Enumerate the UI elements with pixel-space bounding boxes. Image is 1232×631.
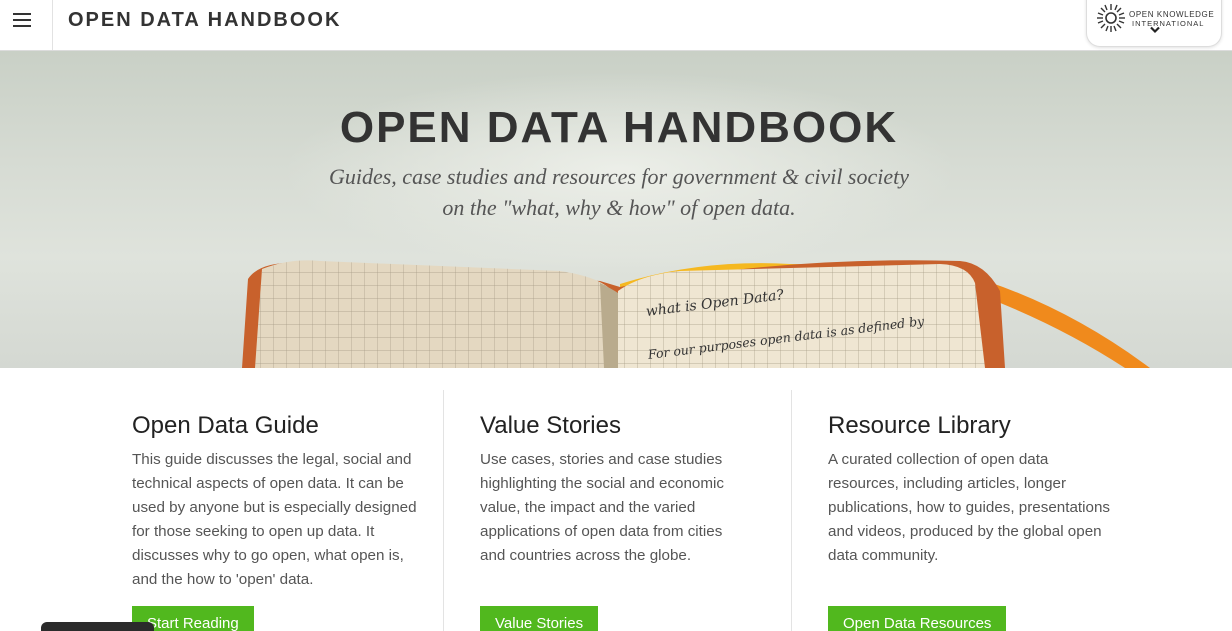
section-description: A curated collection of open data resour…: [828, 451, 1110, 564]
section-title: Value Stories: [480, 412, 621, 439]
section-value-stories: Value Stories Use cases, stories and cas…: [480, 368, 760, 631]
site-title[interactable]: OPEN DATA HANDBOOK: [68, 9, 341, 32]
okfn-logo-icon: [1097, 4, 1125, 32]
section-description: This guide discusses the legal, social a…: [132, 451, 417, 588]
org-dropdown-tab[interactable]: OPEN KNOWLEDGE INTERNATIONAL: [1086, 0, 1222, 47]
menu-button[interactable]: [0, 0, 53, 50]
hero-title: OPEN DATA HANDBOOK: [339, 103, 899, 152]
section-description: Use cases, stories and case studies high…: [480, 451, 725, 564]
open-data-resources-button[interactable]: Open Data Resources: [828, 606, 1007, 631]
org-name-line2: INTERNATIONAL: [1132, 19, 1205, 28]
column-divider: [791, 390, 792, 631]
top-navigation-bar: OPEN DATA HANDBOOK OPEN KNOWLEDGE INTERN…: [0, 0, 1232, 51]
section-resource-library: Resource Library A curated collection of…: [828, 368, 1110, 631]
hero-subtitle-line2: on the "what, why & how" of open data.: [442, 195, 796, 220]
hero-subtitle-line1: Guides, case studies and resources for g…: [328, 164, 910, 189]
value-stories-button[interactable]: Value Stories: [480, 606, 599, 631]
hero-banner: what is Open Data? For our purposes open…: [0, 51, 1232, 368]
bottom-toast-tab[interactable]: [41, 622, 154, 631]
hero-subtitle: Guides, case studies and resources for g…: [0, 161, 1232, 223]
org-name-line1: OPEN KNOWLEDGE: [1129, 10, 1215, 19]
section-open-data-guide: Open Data Guide This guide discusses the…: [132, 368, 422, 631]
section-title: Open Data Guide: [132, 412, 319, 439]
chevron-down-icon[interactable]: [1150, 26, 1160, 34]
column-divider: [443, 390, 444, 631]
section-title: Resource Library: [828, 412, 1011, 439]
